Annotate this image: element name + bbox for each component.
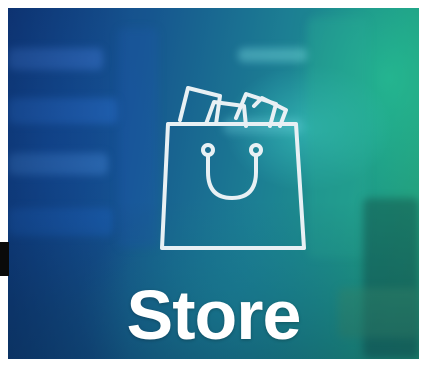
store-title: Store bbox=[126, 276, 302, 354]
shopping-bag-icon bbox=[160, 86, 306, 250]
edge-marker bbox=[0, 242, 9, 276]
store-tile[interactable]: Store bbox=[8, 8, 419, 359]
